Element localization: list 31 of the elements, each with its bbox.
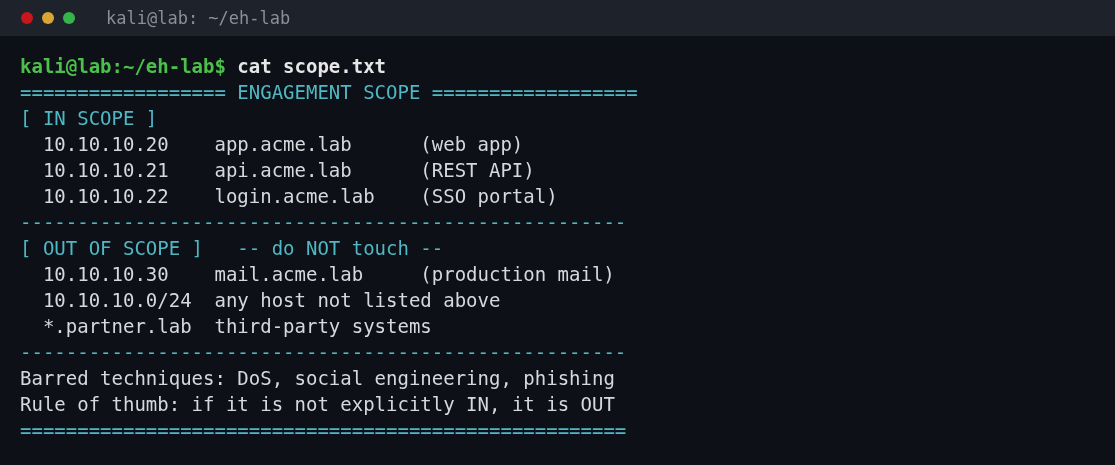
separator-text: ===================================================== [20,418,627,443]
separator-text: ================== ENGAGEMENT SCOPE ================== [20,80,638,105]
section-heading: [ OUT OF SCOPE ] [20,236,204,261]
host-note: (SSO portal) [420,184,558,209]
host-name: mail.acme.lab [214,262,365,287]
host-name: any host not listed above [214,288,501,313]
close-button[interactable] [21,12,33,24]
output-text: Barred techniques: DoS, social engineering, phishing [20,366,615,391]
host-name: third-party systems [214,314,432,339]
host-note: (web app) [420,132,524,157]
shell-prompt: kali@lab:~/eh-lab$ [20,54,226,79]
separator-text: ----------------------------------------------------- [20,210,627,235]
command-text: cat scope.txt [237,54,387,79]
host-address: 10.10.10.0/24 [42,288,193,313]
section-note: -- do NOT touch -- [237,236,444,261]
maximize-button[interactable] [63,12,75,24]
separator-text: ----------------------------------------------------- [20,340,627,365]
host-address: 10.10.10.30 [42,262,170,287]
host-note: (REST API) [420,158,535,183]
section-heading: [ IN SCOPE ] [20,106,158,131]
host-note: (production mail) [420,262,615,287]
minimize-button[interactable] [42,12,54,24]
host-name: api.acme.lab [214,158,353,183]
host-address: *.partner.lab [42,314,193,339]
host-name: login.acme.lab [214,184,376,209]
host-address: 10.10.10.22 [42,184,170,209]
host-address: 10.10.10.20 [42,132,170,157]
host-name: app.acme.lab [214,132,353,157]
window-title: kali@lab: ~/eh-lab [106,8,291,28]
output-text: Rule of thumb: if it is not explicitly IN, it is OUT [20,392,615,417]
host-address: 10.10.10.21 [42,158,170,183]
